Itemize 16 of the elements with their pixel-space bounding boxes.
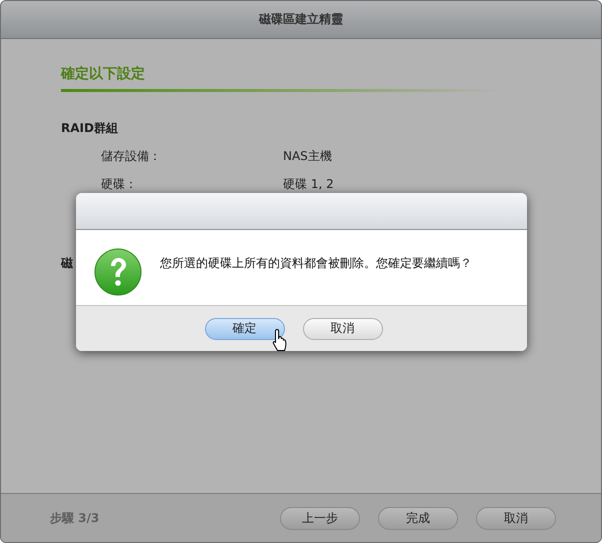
wizard-button[interactable]: 完成 xyxy=(378,506,458,530)
section-heading: 確定以下設定 xyxy=(61,65,501,92)
question-icon xyxy=(94,248,142,296)
wizard-button[interactable]: 取消 xyxy=(476,506,556,530)
dialog-button[interactable]: 取消 xyxy=(302,318,382,340)
setting-value: NAS主機 xyxy=(283,148,333,165)
setting-label: 儲存設備： xyxy=(101,148,162,165)
window-title: 磁碟區建立精靈 xyxy=(259,11,343,28)
dialog-button[interactable]: 確定 xyxy=(204,318,284,340)
wizard-button[interactable]: 上一步 xyxy=(280,506,360,530)
setting-value: 硬碟 1, 2 xyxy=(283,176,335,193)
group-title: RAID群組 xyxy=(61,120,119,137)
setting-label: 硬碟： xyxy=(101,176,138,193)
dialog-message: 您所選的硬碟上所有的資料都會被刪除。您確定要繼續嗎？ xyxy=(160,255,472,272)
step-indicator: 步驟 3/3 xyxy=(50,510,100,526)
group-title: 磁 xyxy=(61,255,73,272)
